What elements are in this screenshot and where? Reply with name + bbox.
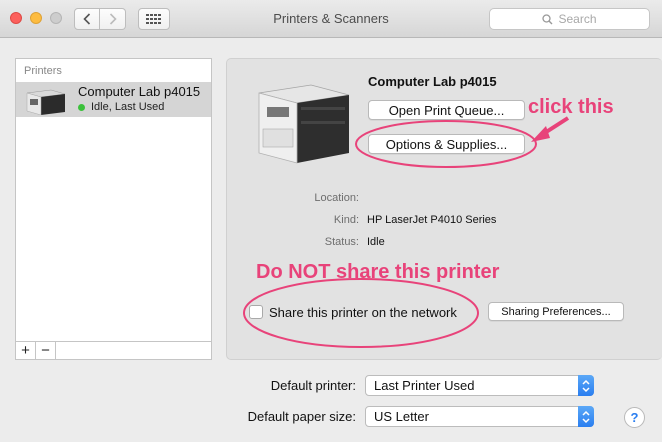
- default-printer-label: Default printer:: [270, 378, 356, 393]
- title-bar: Printers & Scanners Search: [0, 0, 662, 38]
- printer-list-footer: + −: [16, 341, 211, 359]
- printer-thumbnail-icon: [26, 89, 66, 115]
- search-field[interactable]: Search: [489, 8, 650, 30]
- minimize-window-button[interactable]: [30, 12, 42, 24]
- options-supplies-button[interactable]: Options & Supplies...: [368, 134, 525, 154]
- share-printer-checkbox[interactable]: [249, 305, 263, 319]
- do-not-share-annotation: Do NOT share this printer: [256, 261, 500, 283]
- status-label: Status:: [324, 236, 359, 248]
- sharing-preferences-button[interactable]: Sharing Preferences...: [488, 302, 624, 321]
- search-icon: [542, 13, 553, 25]
- forward-button[interactable]: [100, 8, 126, 30]
- printer-list-header: Printers: [24, 65, 62, 77]
- paper-size-popup[interactable]: US Letter: [365, 406, 594, 427]
- grid-icon: [146, 14, 161, 24]
- kind-value: HP LaserJet P4010 Series: [367, 214, 497, 226]
- search-placeholder: Search: [558, 12, 597, 26]
- printer-status-text: Idle, Last Used: [91, 101, 165, 113]
- printer-image-icon: [258, 84, 350, 164]
- zoom-window-button[interactable]: [50, 12, 62, 24]
- printer-status: Idle, Last Used: [78, 101, 164, 113]
- chevron-left-icon: [83, 13, 91, 25]
- printer-list-item[interactable]: Computer Lab p4015 Idle, Last Used: [16, 82, 211, 117]
- default-printer-popup[interactable]: Last Printer Used: [365, 375, 594, 396]
- popup-arrows-icon: [578, 375, 594, 396]
- close-window-button[interactable]: [10, 12, 22, 24]
- back-button[interactable]: [74, 8, 100, 30]
- printer-name: Computer Lab p4015: [78, 84, 201, 99]
- location-label: Location:: [314, 192, 359, 204]
- click-this-annotation: click this: [528, 96, 614, 118]
- open-print-queue-button[interactable]: Open Print Queue...: [368, 100, 525, 120]
- printer-list: Printers Computer Lab p4015 Idle, Last U…: [15, 58, 212, 360]
- help-icon[interactable]: ?: [624, 407, 645, 428]
- status-dot-icon: [78, 103, 85, 111]
- paper-size-label: Default paper size:: [247, 409, 356, 424]
- printer-detail-name: Computer Lab p4015: [368, 74, 497, 89]
- status-value: Idle: [367, 236, 385, 248]
- remove-printer-button[interactable]: −: [36, 342, 56, 359]
- show-all-button[interactable]: [138, 8, 170, 30]
- popup-arrows-icon: [578, 406, 594, 427]
- add-printer-button[interactable]: +: [16, 342, 36, 359]
- window-title: Printers & Scanners: [273, 11, 389, 26]
- default-printer-value: Last Printer Used: [374, 378, 475, 393]
- kind-label: Kind:: [333, 214, 359, 226]
- chevron-right-icon: [109, 13, 117, 25]
- share-printer-label[interactable]: Share this printer on the network: [269, 305, 457, 320]
- paper-size-value: US Letter: [374, 409, 429, 424]
